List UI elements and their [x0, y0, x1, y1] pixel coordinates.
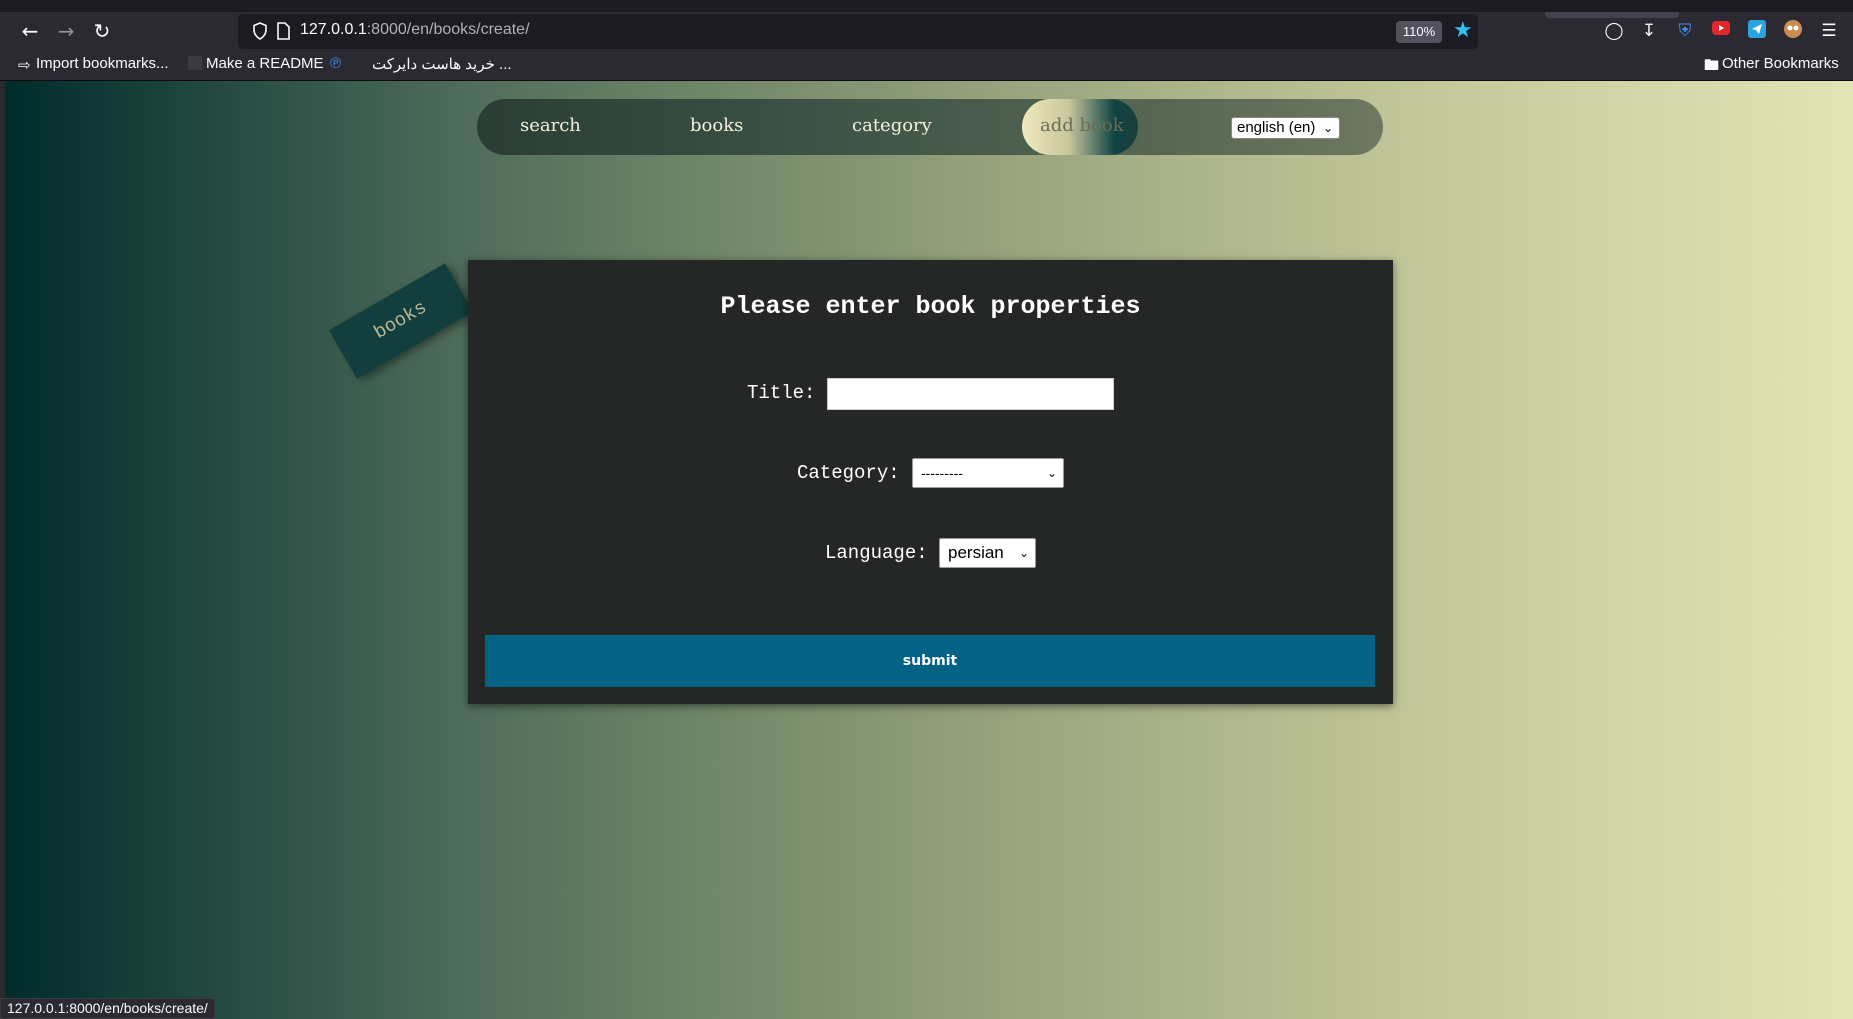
language-label: Language:	[825, 542, 928, 564]
form-title: Please enter book properties	[720, 292, 1141, 321]
language-switch-value: english (en)	[1237, 119, 1316, 136]
category-label: Category:	[797, 462, 900, 484]
url-text[interactable]: 127.0.0.1:8000/en/books/create/	[300, 21, 530, 39]
bookmark-p-icon[interactable]: ℗	[330, 55, 341, 72]
import-icon: ⇨	[18, 57, 31, 74]
shield-icon[interactable]	[252, 22, 268, 40]
telegram-extension-icon[interactable]	[1745, 19, 1769, 43]
downloads-icon[interactable]: ↧	[1637, 19, 1661, 43]
address-bar[interactable]: 127.0.0.1:8000/en/books/create/ 110% ★	[238, 14, 1478, 49]
reload-icon[interactable]: ↻	[88, 17, 116, 45]
bookmark-label: خرید هاست دایرکت ...	[372, 56, 512, 73]
zoom-level-badge[interactable]: 110%	[1396, 21, 1442, 43]
language-select[interactable]: persian ⌄	[939, 538, 1036, 568]
nav-books-link[interactable]: books	[690, 115, 743, 136]
chevron-down-icon: ⌄	[1046, 466, 1057, 480]
chevron-down-icon: ⌄	[1018, 546, 1029, 560]
bookmarks-bar: ⇨ Import bookmarks... Make a README ℗ خری…	[0, 49, 1853, 81]
bookmark-import[interactable]: ⇨ Import bookmarks...	[18, 55, 169, 74]
category-select-value: ---------	[921, 465, 963, 481]
bookmark-star-icon[interactable]: ★	[1453, 18, 1473, 43]
back-arrow-icon[interactable]: ←	[16, 17, 44, 45]
language-select-value: persian	[948, 543, 1004, 562]
status-bar-url: 127.0.0.1:8000/en/books/create/	[0, 998, 215, 1019]
bookmark-readme[interactable]: Make a README	[188, 55, 324, 72]
nav-add-book-link[interactable]: add book	[1022, 99, 1138, 155]
url-host: 127.0.0.1	[300, 21, 367, 38]
books-tag-ribbon: books	[328, 263, 474, 379]
youtube-extension-icon[interactable]	[1709, 19, 1733, 43]
submit-button[interactable]: submit	[485, 635, 1375, 687]
nav-search-link[interactable]: search	[520, 115, 581, 136]
book-form-card: Please enter book properties Title: Cate…	[468, 260, 1393, 704]
forward-arrow-icon[interactable]: →	[52, 17, 80, 45]
other-bookmarks[interactable]: 🖿 Other Bookmarks	[1704, 55, 1839, 74]
profile-extension-icon[interactable]	[1781, 19, 1805, 43]
category-select[interactable]: --------- ⌄	[912, 458, 1064, 488]
menu-icon[interactable]: ☰	[1817, 19, 1841, 43]
pocket-icon[interactable]: ◯	[1602, 19, 1626, 43]
nav-category-link[interactable]: category	[852, 115, 932, 136]
url-path: :8000/en/books/create/	[366, 21, 530, 38]
nav-add-book-label: add book	[1040, 115, 1124, 136]
other-bookmarks-label: Other Bookmarks	[1722, 55, 1839, 72]
title-input[interactable]	[827, 378, 1114, 410]
page-info-icon[interactable]	[276, 22, 290, 40]
page-left-edge	[0, 81, 5, 1019]
folder-icon: 🖿	[1704, 57, 1720, 74]
page-content: search books category add book english (…	[0, 81, 1853, 1019]
bookmark-label: Import bookmarks...	[36, 55, 169, 72]
main-navbar: search books category add book english (…	[477, 99, 1383, 155]
tab-strip-hint	[1545, 12, 1679, 18]
bookmark-favicon-icon	[188, 56, 202, 70]
books-tag-label: books	[370, 296, 431, 344]
title-label: Title:	[747, 382, 816, 404]
bookmark-host[interactable]: خرید هاست دایرکت ...	[372, 55, 512, 73]
bookmark-label: Make a README	[206, 55, 324, 72]
chevron-down-icon: ⌄	[1322, 121, 1333, 135]
language-switch-select[interactable]: english (en) ⌄	[1231, 117, 1340, 139]
bitwarden-shield-icon[interactable]: ⛨	[1673, 19, 1697, 43]
